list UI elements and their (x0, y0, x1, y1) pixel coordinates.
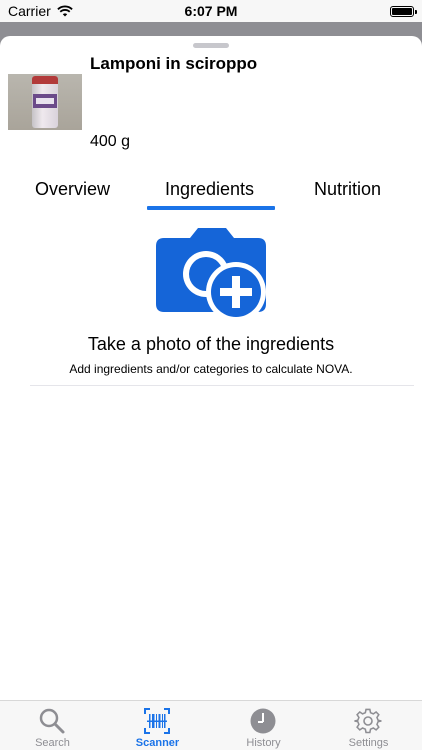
product-name: Lamponi in sciroppo (90, 54, 258, 73)
barcode-scanner-icon (144, 708, 170, 734)
tabbar-item-history[interactable]: History (211, 701, 316, 750)
tabbar-item-search[interactable]: Search (0, 701, 105, 750)
status-bar: Carrier 6:07 PM (0, 0, 422, 22)
product-sheet: Lamponi in sciroppo 400 g Overview Ingre… (0, 36, 422, 700)
product-quantity: 400 g (90, 133, 131, 150)
add-photo-button[interactable] (154, 226, 268, 326)
tab-overview[interactable]: Overview (35, 179, 110, 200)
tabbar-label-search: Search (35, 737, 70, 749)
clock-icon (250, 708, 276, 734)
carrier-label: Carrier (8, 3, 51, 19)
jar-illustration (32, 76, 58, 128)
battery-icon (390, 5, 417, 17)
tabbar-item-scanner[interactable]: Scanner (105, 701, 210, 750)
segment-tabs: Overview Ingredients Nutrition (0, 176, 422, 216)
divider (30, 385, 414, 386)
camera-add-icon (156, 228, 266, 322)
status-left: Carrier (8, 3, 73, 19)
tab-nutrition[interactable]: Nutrition (314, 179, 381, 200)
gear-icon (354, 708, 382, 734)
product-image[interactable] (8, 74, 82, 130)
tabbar-item-settings[interactable]: Settings (316, 701, 421, 750)
sheet-grabber[interactable] (193, 43, 229, 48)
wifi-icon (57, 5, 73, 17)
bottom-tab-bar: Search Scanner History Settings (0, 700, 422, 750)
ingredients-photo-subtitle: Add ingredients and/or categories to cal… (69, 362, 353, 376)
tabbar-label-history: History (246, 737, 281, 749)
tabbar-label-settings: Settings (348, 737, 389, 749)
search-icon (39, 708, 65, 734)
tab-ingredients[interactable]: Ingredients (165, 179, 254, 200)
ingredients-photo-title: Take a photo of the ingredients (87, 334, 335, 354)
active-tab-indicator (147, 206, 275, 210)
tabbar-label-scanner: Scanner (135, 737, 180, 749)
